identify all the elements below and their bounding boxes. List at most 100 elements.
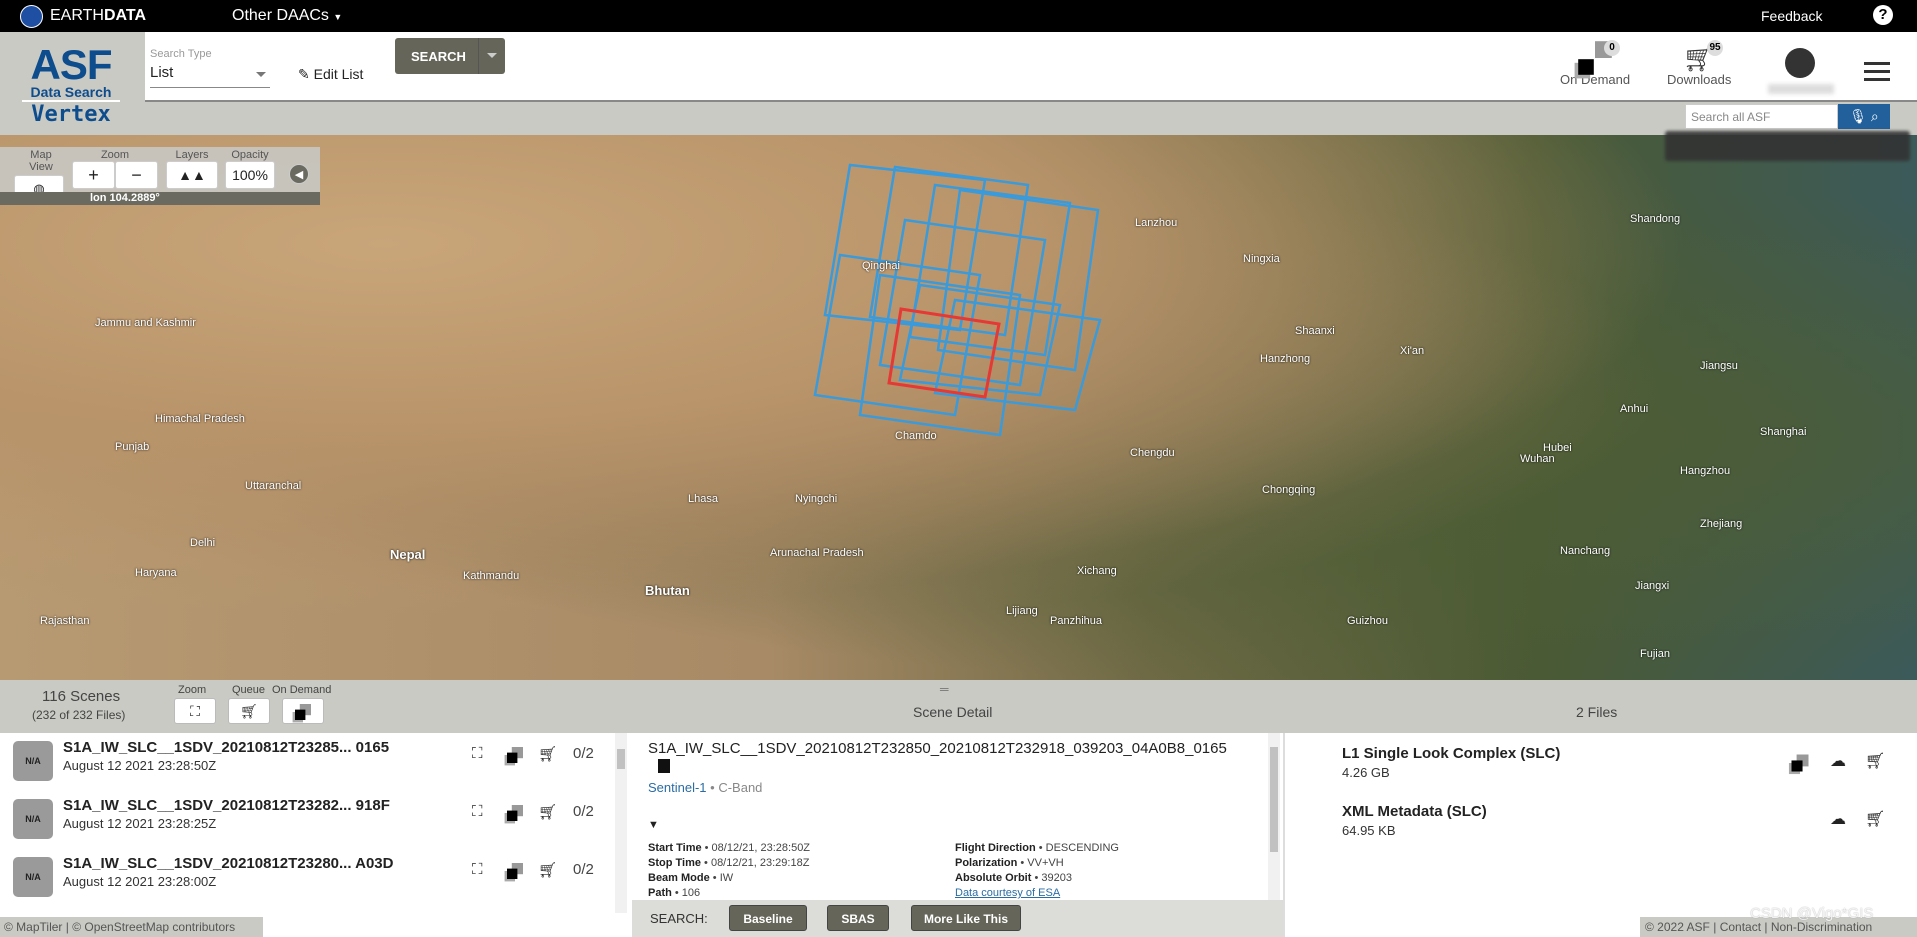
daacs-label: Other DAACs [232,7,329,24]
on-demand-icon[interactable] [507,747,523,763]
add-to-cart-icon[interactable]: 🛒︎ [1865,809,1885,829]
cloud-download-icon[interactable]: ☁︎ [1830,809,1846,829]
other-daacs-menu[interactable]: Other DAACs ▼ [232,7,342,25]
on-demand-icon[interactable] [1791,754,1809,772]
map-label: Jiangsu [1700,360,1738,372]
downloads-button[interactable]: 🛒︎ 95 Downloads [1667,40,1731,87]
copy-icon[interactable] [658,759,670,773]
search-label: SEARCH [411,49,466,64]
map-label: Ningxia [1243,253,1280,265]
cloud-download-icon[interactable]: ☁︎ [1830,751,1846,771]
on-demand-button[interactable]: 0 On Demand [1560,40,1630,87]
on-demand-label: On Demand [272,684,332,696]
scene-count: 116 Scenes [42,688,121,705]
search-all-asf-input[interactable]: Search all ASF [1685,104,1838,129]
file-size: 4.26 GB [1342,765,1390,780]
drag-handle-icon[interactable]: ═ [940,682,949,696]
feedback-link[interactable]: Feedback [1761,8,1822,24]
search-icon[interactable]: ⌕ [1871,108,1879,124]
map-label: Anhui [1620,403,1649,415]
scene-date: August 12 2021 23:28:50Z [63,758,217,773]
map-label: Lhasa [688,493,718,505]
scene-list-item[interactable]: N/A S1A_IW_SLC__1SDV_20210812T23280... A… [0,849,615,907]
scene-name: S1A_IW_SLC__1SDV_20210812T23282... 918F [63,797,390,814]
asf-vertex-logo[interactable]: ASF Data Search Vertex [22,44,120,127]
scene-footprint[interactable] [908,183,1072,357]
non-discrimination-link[interactable]: Non-Discrimination [1771,920,1872,934]
collapse-arrow-icon[interactable]: ◀ [289,164,309,184]
zoom-out-button[interactable]: − [115,161,158,189]
zoom-in-button[interactable]: + [72,161,115,189]
file-name: L1 Single Look Complex (SLC) [1342,745,1561,762]
add-to-cart-icon[interactable]: 🛒︎ [538,745,557,763]
map-label: Himachal Pradesh [155,413,245,425]
map-label: Chamdo [895,430,937,442]
nasa-logo-icon[interactable] [20,5,43,28]
add-to-cart-icon[interactable]: 🛒︎ [538,803,557,821]
map-label: Chengdu [1130,447,1175,459]
map[interactable]: Qinghai Chamdo Lhasa Nyingchi Nepal Bhut… [0,135,1917,680]
map-label: Lanzhou [1135,217,1178,229]
scene-list-scrollbar[interactable] [615,733,627,913]
map-label: Shaanxi [1295,325,1335,337]
opacity-select[interactable]: 100% [225,161,275,189]
map-label: Hangzhou [1680,465,1731,477]
platform-link[interactable]: Sentinel-1 [648,780,707,795]
map-label: Qinghai [862,260,900,272]
copyright: © 2022 ASF [1645,920,1710,934]
scene-footprint[interactable] [858,273,1022,437]
queued-file-count: 0/2 [573,861,594,878]
edit-list-label: Edit List [313,66,364,82]
zoom-to-scene-icon[interactable]: ⛶ [472,861,483,878]
esa-courtesy-link[interactable]: Data courtesy of ESA [955,887,1060,899]
username-blurred [1768,84,1834,94]
add-to-cart-icon[interactable]: 🛒︎ [1865,751,1885,771]
map-label: Nyingchi [795,493,838,505]
help-icon[interactable]: ? [1873,5,1893,25]
detail-search-bar: SEARCH: Baseline SBAS More Like This [632,900,1283,937]
app-header: ASF Data Search Vertex Search Type List … [0,32,1917,135]
more-like-this-button[interactable]: More Like This [911,905,1021,931]
user-avatar-icon[interactable] [1785,48,1815,78]
attributes-left: Start Time • 08/12/21, 23:28:50Z Stop Ti… [648,842,811,899]
scene-detail-header: Scene Detail [913,704,993,720]
queue-all-cart-icon[interactable]: 🛒︎ [228,698,270,724]
on-demand-count: 0 [1604,40,1620,56]
scene-list-item[interactable]: N/A S1A_IW_SLC__1SDV_20210812T23285... 0… [0,733,615,791]
queue-label: Queue [232,684,266,696]
expand-toggle-icon[interactable]: ▼ [648,819,659,831]
search-type-select[interactable]: List [150,64,270,88]
hamburger-menu-icon[interactable] [1864,62,1890,86]
search-button[interactable]: SEARCH [395,38,505,74]
on-demand-icon[interactable] [507,863,523,879]
scene-name: S1A_IW_SLC__1SDV_20210812T23280... A03D [63,855,394,872]
caret-down-icon [256,72,266,82]
zoom-label: Zoom [178,684,207,696]
map-label: Lijiang [1006,605,1038,617]
queued-file-count: 0/2 [573,745,594,762]
on-demand-all-button[interactable] [282,698,324,724]
scene-footprint[interactable] [868,165,1030,337]
map-label: Kathmandu [463,570,520,582]
scene-list-item[interactable]: N/A S1A_IW_SLC__1SDV_20210812T23282... 9… [0,791,615,849]
layers-mountain-icon[interactable]: ▲▲ [166,161,218,189]
microphone-icon[interactable]: 🎙︎ [1849,108,1867,124]
detail-scrollbar[interactable] [1268,733,1280,900]
map-label: Haryana [135,567,177,579]
zoom-to-scene-icon[interactable]: ⛶ [472,803,483,820]
zoom-label: Zoom [100,149,130,161]
earthdata-brand[interactable]: EARTHDATA [50,7,146,25]
on-demand-icon[interactable] [507,805,523,821]
add-to-cart-icon[interactable]: 🛒︎ [538,861,557,879]
contact-link[interactable]: Contact [1720,920,1761,934]
brand-light: EARTH [50,7,104,24]
scene-list: N/A S1A_IW_SLC__1SDV_20210812T23285... 0… [0,733,630,923]
zoom-to-scene-icon[interactable]: ⛶ [472,745,483,762]
edit-list-button[interactable]: ✎ Edit List [298,66,363,83]
baseline-button[interactable]: Baseline [729,905,807,931]
search-dropdown-icon[interactable] [478,38,505,74]
earthdata-topbar: EARTHDATA Other DAACs ▼ Feedback ? [0,0,1917,32]
asf-search-button[interactable]: 🎙︎ ⌕ [1838,104,1890,129]
zoom-to-results-icon[interactable]: ⛶ [174,698,216,724]
sbas-button[interactable]: SBAS [827,905,889,931]
